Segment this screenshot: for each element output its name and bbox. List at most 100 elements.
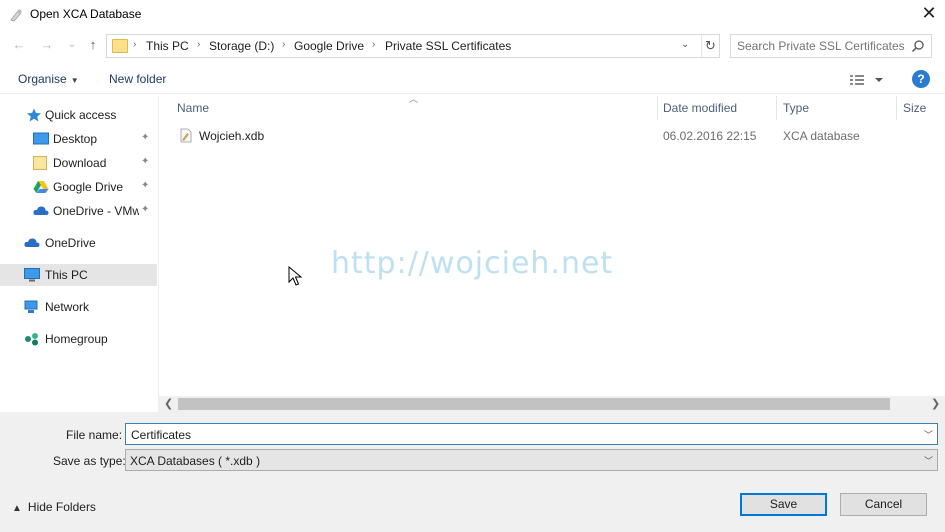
back-button[interactable]: ← bbox=[11, 37, 27, 53]
horizontal-scrollbar[interactable]: ❮ ❯ bbox=[159, 396, 945, 412]
hide-folders-button[interactable]: ▲ Hide Folders bbox=[12, 500, 96, 514]
file-name-field[interactable]: ﹀ bbox=[125, 423, 938, 445]
table-row[interactable]: Wojcieh.xdb 06.02.2016 22:15 XCA databas… bbox=[159, 126, 945, 146]
file-name-input[interactable] bbox=[131, 427, 911, 442]
address-bar[interactable]: › This PC › Storage (D:) › Google Drive … bbox=[106, 34, 720, 58]
breadcrumb-storage[interactable]: Storage (D:) bbox=[209, 39, 274, 53]
file-list[interactable]: ︿ Name Date modified Type Size Wojcieh.x… bbox=[158, 94, 945, 412]
command-bar: Organise ▼ New folder ? bbox=[0, 64, 945, 94]
pin-icon: ✦ bbox=[141, 132, 150, 143]
google-drive-icon bbox=[33, 181, 49, 193]
new-folder-button[interactable]: New folder bbox=[109, 72, 166, 86]
search-input[interactable] bbox=[737, 38, 907, 54]
save-as-type-label: Save as type: bbox=[53, 454, 126, 468]
sidebar-item-download[interactable]: Download ✦ bbox=[0, 152, 157, 174]
column-divider[interactable] bbox=[776, 96, 777, 120]
pin-icon: ✦ bbox=[141, 156, 150, 167]
up-button[interactable]: ↑ bbox=[85, 37, 101, 53]
file-icon bbox=[180, 128, 192, 143]
column-divider[interactable] bbox=[896, 96, 897, 120]
navigation-pane: Quick access Desktop ✦ Download ✦ Google… bbox=[0, 96, 157, 412]
sidebar-item-onedrive-vmw[interactable]: OneDrive - VMw ✦ bbox=[0, 200, 157, 222]
column-header-date-modified[interactable]: Date modified bbox=[663, 101, 737, 115]
organise-button[interactable]: Organise ▼ bbox=[18, 72, 79, 86]
star-icon bbox=[27, 108, 41, 122]
sidebar-item-label: Download bbox=[53, 156, 107, 170]
save-panel: File name: ﹀ Save as type: XCA Databases… bbox=[0, 412, 945, 532]
sidebar-item-this-pc[interactable]: This PC bbox=[0, 264, 157, 286]
sidebar-item-homegroup[interactable]: Homegroup bbox=[0, 328, 157, 350]
sidebar-item-quick-access[interactable]: Quick access bbox=[0, 104, 157, 126]
desktop-icon bbox=[33, 132, 49, 145]
save-as-type-value: XCA Databases ( *.xdb ) bbox=[130, 454, 261, 468]
scroll-left-icon[interactable]: ❮ bbox=[164, 397, 173, 410]
help-button[interactable]: ? bbox=[912, 70, 930, 88]
search-box[interactable] bbox=[730, 34, 932, 58]
cloud-icon bbox=[33, 206, 49, 215]
cancel-button[interactable]: Cancel bbox=[840, 493, 927, 516]
chevron-up-icon: ▲ bbox=[12, 503, 22, 514]
save-as-type-select[interactable]: XCA Databases ( *.xdb ) ﹀ bbox=[125, 449, 938, 471]
close-button[interactable]: ✕ bbox=[918, 4, 940, 24]
column-divider[interactable] bbox=[657, 96, 658, 120]
sidebar-item-label: Homegroup bbox=[45, 332, 108, 346]
sort-ascending-icon: ︿ bbox=[409, 94, 419, 104]
chevron-right-icon: › bbox=[133, 39, 137, 50]
pin-icon: ✦ bbox=[141, 204, 150, 215]
view-options-button[interactable] bbox=[848, 72, 888, 88]
hide-folders-label: Hide Folders bbox=[27, 500, 96, 514]
folder-icon bbox=[112, 39, 128, 53]
recent-locations-button[interactable]: ⌄ bbox=[64, 37, 80, 53]
organise-label: Organise bbox=[18, 72, 67, 86]
chevron-right-icon[interactable]: › bbox=[372, 39, 375, 50]
pin-icon: ✦ bbox=[141, 180, 150, 191]
save-button[interactable]: Save bbox=[740, 493, 827, 516]
chevron-down-icon[interactable]: ﹀ bbox=[924, 454, 933, 467]
column-header-size[interactable]: Size bbox=[903, 101, 926, 115]
window-title: Open XCA Database bbox=[30, 7, 142, 21]
watermark-text: http://wojcieh.net bbox=[331, 246, 614, 281]
scrollbar-thumb[interactable] bbox=[178, 398, 890, 410]
sidebar-item-label: Quick access bbox=[45, 108, 117, 122]
forward-button[interactable]: → bbox=[39, 37, 55, 53]
sidebar-item-network[interactable]: Network bbox=[0, 296, 157, 318]
sidebar-item-label: Google Drive bbox=[53, 180, 124, 194]
caret-down-icon: ▼ bbox=[70, 76, 79, 85]
scroll-right-icon[interactable]: ❯ bbox=[931, 397, 940, 410]
caret-down-icon bbox=[875, 78, 883, 82]
cloud-icon bbox=[24, 238, 40, 247]
sidebar-item-desktop[interactable]: Desktop ✦ bbox=[0, 128, 157, 150]
title-bar: Open XCA Database ✕ bbox=[0, 0, 945, 30]
xca-app-icon bbox=[10, 9, 22, 22]
sidebar-item-label: OneDrive - VMw bbox=[53, 204, 139, 218]
chevron-down-icon[interactable]: ﹀ bbox=[924, 428, 933, 441]
network-icon bbox=[24, 300, 38, 313]
breadcrumb-private-ssl-certificates[interactable]: Private SSL Certificates bbox=[385, 39, 511, 53]
column-header-type[interactable]: Type bbox=[783, 101, 809, 115]
chevron-right-icon[interactable]: › bbox=[197, 39, 200, 50]
breadcrumb-google-drive[interactable]: Google Drive bbox=[294, 39, 364, 53]
search-icon[interactable] bbox=[911, 39, 925, 53]
sidebar-item-google-drive[interactable]: Google Drive ✦ bbox=[0, 176, 157, 198]
file-name[interactable]: Wojcieh.xdb bbox=[199, 129, 264, 143]
refresh-button[interactable]: ↻ bbox=[701, 35, 719, 57]
homegroup-icon bbox=[25, 333, 38, 346]
folder-icon bbox=[33, 156, 47, 170]
sidebar-item-label: Desktop bbox=[53, 132, 98, 146]
navigation-bar: ← → ⌄ ↑ › This PC › Storage (D:) › Googl… bbox=[0, 32, 945, 60]
address-dropdown-icon[interactable]: ⌄ bbox=[681, 39, 689, 50]
sidebar-item-label: OneDrive bbox=[45, 236, 96, 250]
sidebar-item-label: This PC bbox=[45, 268, 88, 282]
file-name-label: File name: bbox=[66, 428, 123, 442]
computer-icon bbox=[24, 268, 40, 282]
column-headers: ︿ Name Date modified Type Size bbox=[159, 94, 945, 120]
sidebar-item-onedrive[interactable]: OneDrive bbox=[0, 232, 157, 254]
mouse-cursor-icon bbox=[288, 266, 302, 286]
sidebar-item-label: Network bbox=[45, 300, 90, 314]
column-header-name[interactable]: Name bbox=[177, 101, 209, 115]
breadcrumb-this-pc[interactable]: This PC bbox=[146, 39, 189, 53]
chevron-right-icon[interactable]: › bbox=[282, 39, 285, 50]
details-view-icon bbox=[850, 75, 864, 85]
file-type: XCA database bbox=[783, 129, 860, 143]
file-date-modified: 06.02.2016 22:15 bbox=[663, 129, 757, 143]
